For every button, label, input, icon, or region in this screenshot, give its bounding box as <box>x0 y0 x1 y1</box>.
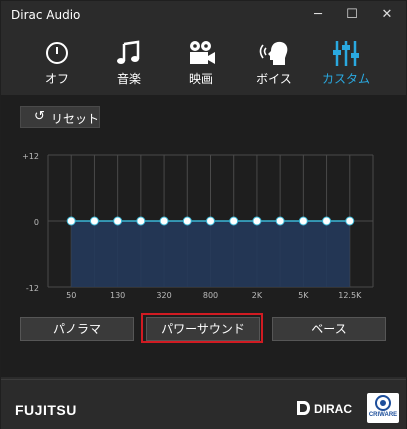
criware-logo-text: CRIWARE <box>368 412 398 418</box>
tab-custom-label: カスタム <box>321 72 370 86</box>
tab-music-label: 音楽 <box>116 72 141 86</box>
eq-band-handle[interactable] <box>322 216 332 226</box>
eq-band-handle[interactable] <box>345 216 355 226</box>
x-tick-label: 12.5K <box>338 291 362 300</box>
tab-movie[interactable]: 映画 <box>166 29 236 91</box>
x-tick-label: 800 <box>203 291 218 300</box>
eq-fill-area <box>71 221 350 287</box>
equalizer-sliders-icon <box>333 41 359 66</box>
eq-band-handle[interactable] <box>298 216 308 226</box>
maximize-button[interactable]: ☐ <box>335 1 369 29</box>
eq-band-handle[interactable] <box>206 216 215 226</box>
eq-band-handle[interactable] <box>182 216 192 226</box>
footer: FUJITSU DIRAC CRIWARE <box>1 379 406 429</box>
tab-custom[interactable]: カスタム <box>311 29 381 91</box>
dirac-logo-text: DIRAC <box>314 402 352 416</box>
eq-band-handle[interactable] <box>89 216 99 226</box>
eq-band-handle[interactable] <box>113 216 123 226</box>
x-tick-label: 320 <box>156 291 171 300</box>
fujitsu-logo: FUJITSU <box>15 402 77 418</box>
eq-band-handle[interactable] <box>159 216 169 226</box>
x-tick-label: 2K <box>252 291 263 300</box>
dirac-mark-icon <box>297 401 310 415</box>
dirac-logo: DIRAC <box>295 400 355 418</box>
equalizer-chart[interactable]: +12 0 -12 50 130 320 800 2K 5K 12.5K <box>1 141 406 306</box>
tab-music[interactable]: 音楽 <box>94 29 164 91</box>
voice-icon <box>259 41 288 65</box>
undo-icon: ↺ <box>34 109 45 124</box>
mode-tabs: オフ 音楽 映画 ボイス カスタム <box>1 29 406 91</box>
tab-off[interactable]: オフ <box>22 29 92 91</box>
criware-mark-icon <box>375 395 391 411</box>
eq-band-handle[interactable] <box>275 216 285 226</box>
eq-band-handle[interactable] <box>66 216 76 226</box>
title-bar: Dirac Audio ─ ☐ ✕ <box>1 1 406 29</box>
y-tick-label: +12 <box>22 152 39 161</box>
y-tick-label: -12 <box>26 284 39 293</box>
eq-band-handle[interactable] <box>136 216 146 226</box>
movie-camera-icon <box>190 41 215 64</box>
x-tick-label: 50 <box>66 291 76 300</box>
app-window: Dirac Audio ─ ☐ ✕ オフ 音楽 映画 ボイス カスタム ↺ リセ… <box>0 0 407 429</box>
tab-voice-label: ボイス <box>256 72 292 86</box>
preset-bass-button[interactable]: ベース <box>272 317 386 341</box>
x-tick-label: 130 <box>110 291 125 300</box>
tab-movie-label: 映画 <box>188 72 213 86</box>
window-title: Dirac Audio <box>11 8 81 22</box>
minimize-button[interactable]: ─ <box>301 1 335 29</box>
eq-band-handle[interactable] <box>252 216 262 226</box>
reset-button[interactable]: ↺ リセット <box>20 106 100 128</box>
close-button[interactable]: ✕ <box>370 1 404 29</box>
tab-voice[interactable]: ボイス <box>239 29 309 91</box>
eq-band-handle[interactable] <box>229 216 239 226</box>
criware-logo: CRIWARE <box>367 393 399 423</box>
reset-label: リセット <box>51 112 100 126</box>
y-tick-label: 0 <box>34 218 39 227</box>
music-note-icon <box>117 40 140 64</box>
x-tick-label: 5K <box>298 291 309 300</box>
tab-off-label: オフ <box>44 72 69 86</box>
preset-panorama-button[interactable]: パノラマ <box>20 317 134 341</box>
highlight-box <box>141 313 263 343</box>
power-icon <box>46 42 68 64</box>
